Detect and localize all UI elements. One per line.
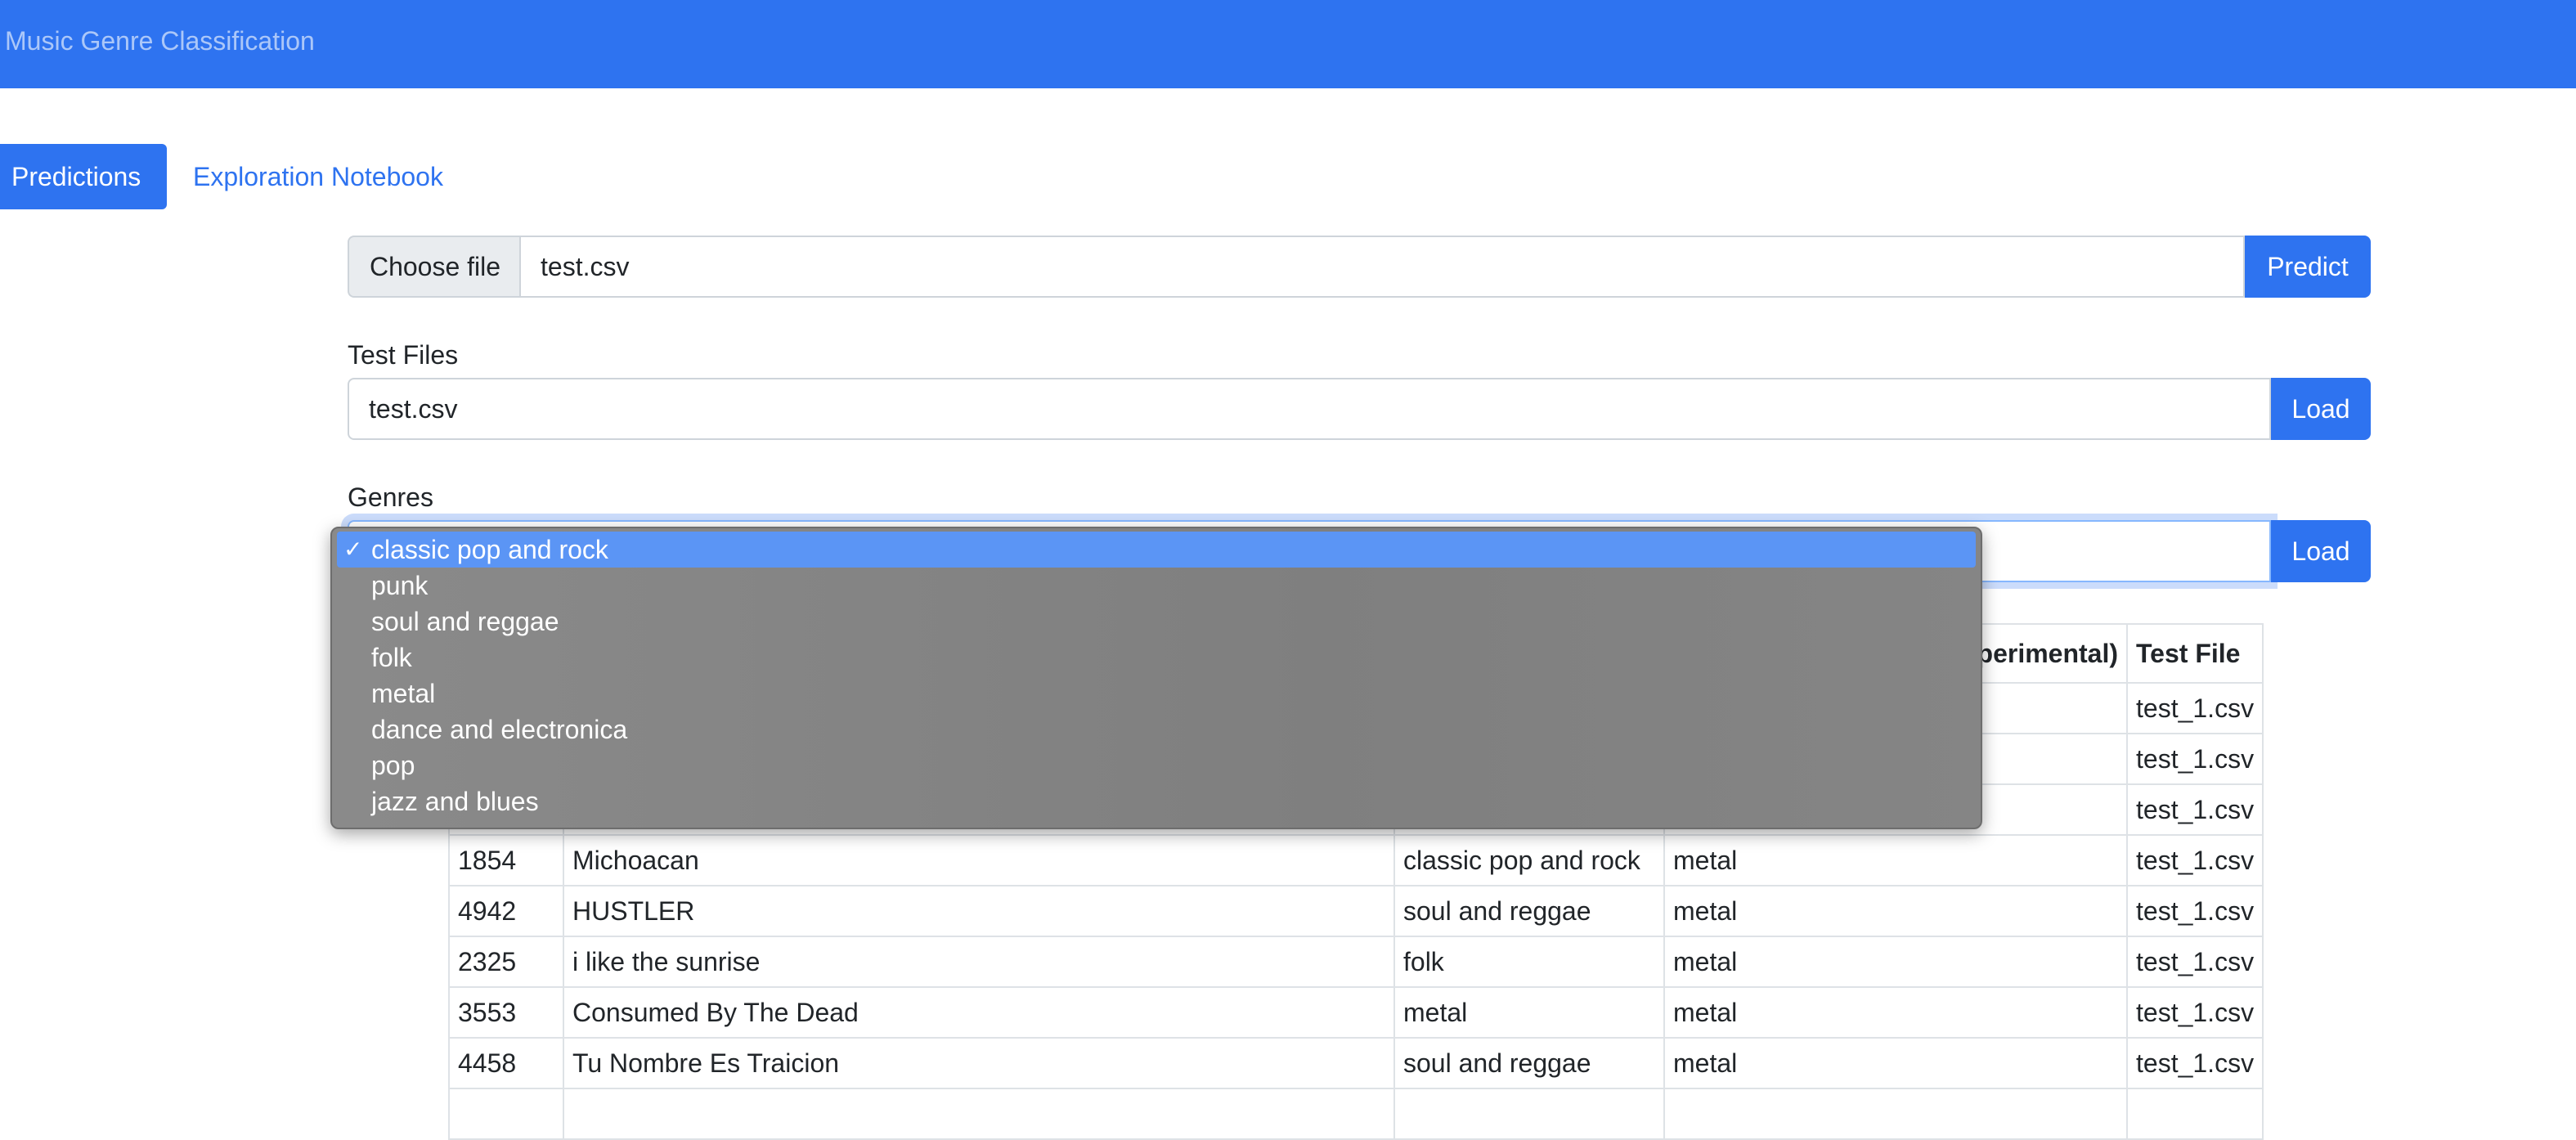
table-cell: test_1.csv	[2125, 986, 2264, 1039]
test-files-label: Test Files	[348, 340, 459, 370]
genre-option[interactable]: folk	[337, 640, 1976, 675]
table-cell: 4458	[448, 1037, 564, 1089]
table-cell	[563, 1088, 1395, 1140]
genres-label: Genres	[348, 482, 433, 512]
table-cell: Tu Nombre Es Traicion	[563, 1037, 1395, 1089]
genre-option-label: punk	[371, 571, 429, 600]
table-cell: Consumed By The Dead	[563, 986, 1395, 1039]
genre-option[interactable]: punk	[337, 568, 1976, 604]
genre-option[interactable]: pop	[337, 747, 1976, 783]
table-cell: folk	[1393, 936, 1665, 988]
table-row: 4458 Tu Nombre Es Traicion soul and reggae…	[448, 1037, 2264, 1089]
genre-option-label: pop	[371, 751, 415, 780]
app-brand[interactable]: Music Genre Classification	[5, 0, 315, 82]
table-cell: metal	[1663, 986, 2128, 1039]
navbar: Music Genre Classification	[0, 0, 2576, 88]
tab-exploration-notebook[interactable]: Exploration Notebook	[182, 144, 455, 209]
genre-option[interactable]: jazz and blues	[337, 783, 1976, 819]
genre-option[interactable]: soul and reggae	[337, 604, 1976, 640]
table-cell: metal	[1393, 986, 1665, 1039]
table-row	[448, 1088, 2264, 1140]
table-cell: 2325	[448, 936, 564, 988]
table-cell	[2125, 1088, 2264, 1140]
genre-option[interactable]: metal	[337, 675, 1976, 711]
table-row: 2325 i like the sunrise folk metal test_1.cs…	[448, 936, 2264, 988]
genre-option-label: jazz and blues	[371, 787, 539, 816]
genre-option-label: folk	[371, 643, 412, 672]
table-cell: metal	[1663, 1037, 2128, 1089]
load-test-file-button[interactable]: Load	[2271, 378, 2371, 440]
genre-option-label: dance and electronica	[371, 715, 628, 744]
genre-option-label: metal	[371, 679, 436, 708]
table-cell: metal	[1663, 936, 2128, 988]
test-files-group: test.csv Load	[348, 378, 2371, 440]
table-row: 3553 Consumed By The Dead metal metal test_1…	[448, 986, 2264, 1039]
table-cell	[1393, 1088, 1665, 1140]
table-cell: test_1.csv	[2125, 733, 2264, 785]
table-cell: HUSTLER	[563, 885, 1395, 937]
tab-predictions[interactable]: Predictions	[0, 144, 167, 209]
table-cell: test_1.csv	[2125, 682, 2264, 734]
table-cell: classic pop and rock	[1393, 834, 1665, 886]
table-cell: metal	[1663, 834, 2128, 886]
test-files-select[interactable]: test.csv	[348, 378, 2271, 440]
genre-option-label: soul and reggae	[371, 607, 559, 636]
choose-file-button[interactable]: Choose file	[348, 236, 521, 298]
table-cell: test_1.csv	[2125, 834, 2264, 886]
table-cell: soul and reggae	[1393, 1037, 1665, 1089]
table-cell: 3553	[448, 986, 564, 1039]
checkmark-icon: ✓	[343, 536, 363, 562]
table-cell: 1854	[448, 834, 564, 886]
table-cell: metal	[1663, 885, 2128, 937]
table-cell: test_1.csv	[2125, 885, 2264, 937]
table-cell: test_1.csv	[2125, 1037, 2264, 1089]
table-cell: test_1.csv	[2125, 783, 2264, 836]
predict-button[interactable]: Predict	[2245, 236, 2371, 298]
genres-options-list: ✓ classic pop and rock punk soul and reggae…	[332, 532, 1981, 819]
table-cell: 4942	[448, 885, 564, 937]
file-name-display[interactable]: test.csv	[519, 236, 2245, 298]
genre-option[interactable]: ✓ classic pop and rock	[337, 532, 1976, 568]
file-upload-group: Choose file test.csv Predict	[348, 236, 2371, 298]
table-row: 4942 HUSTLER soul and reggae metal test_1.cs…	[448, 885, 2264, 937]
table-cell	[448, 1088, 564, 1140]
table-header-cell: Test File	[2125, 623, 2264, 684]
load-genre-button[interactable]: Load	[2271, 520, 2371, 582]
table-cell: i like the sunrise	[563, 936, 1395, 988]
table-cell: test_1.csv	[2125, 936, 2264, 988]
table-cell: soul and reggae	[1393, 885, 1665, 937]
genre-option[interactable]: dance and electronica	[337, 711, 1976, 747]
genres-dropdown-menu: ✓ classic pop and rock punk soul and reggae…	[330, 527, 1982, 829]
table-cell: Michoacan	[563, 834, 1395, 886]
table-cell	[1663, 1088, 2128, 1140]
genre-option-label: classic pop and rock	[371, 535, 608, 564]
table-row: 1854 Michoacan classic pop and rock metal te…	[448, 834, 2264, 886]
